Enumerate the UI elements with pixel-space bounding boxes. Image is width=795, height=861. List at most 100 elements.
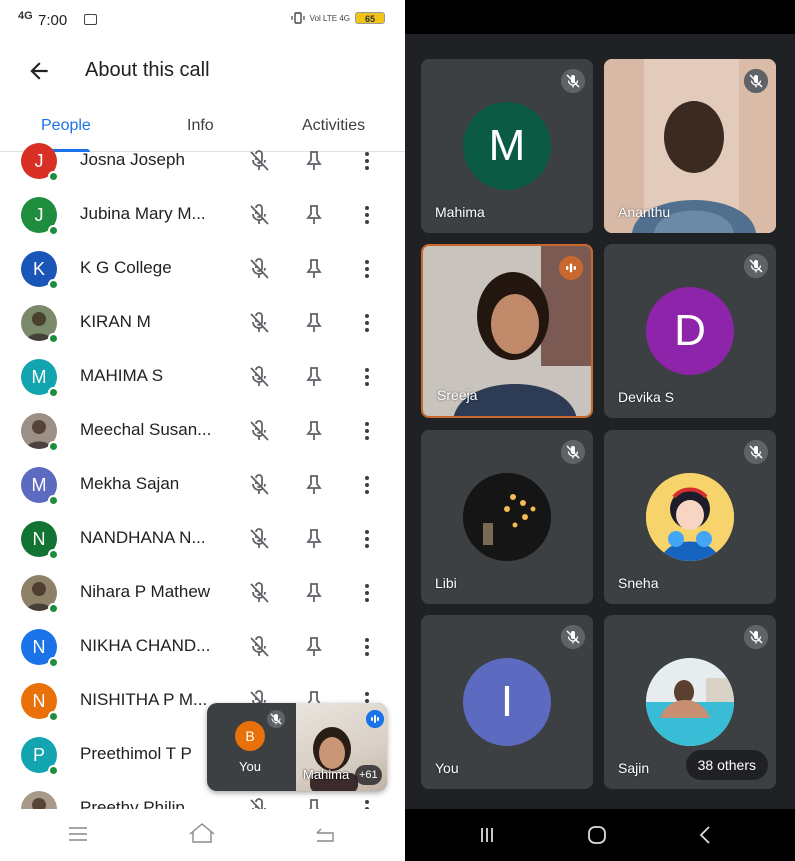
participant-name: You	[435, 760, 459, 776]
pin-icon[interactable]	[302, 527, 326, 551]
mic-off-icon	[247, 473, 271, 497]
tab-activities[interactable]: Activities	[302, 117, 365, 135]
participant-name: Mekha Sajan	[80, 474, 180, 493]
pin-icon[interactable]	[302, 419, 326, 443]
home-icon[interactable]	[188, 822, 216, 844]
more-options-icon[interactable]	[358, 311, 376, 335]
participant-tile[interactable]: Ananthu	[604, 59, 776, 233]
more-options-icon[interactable]	[358, 797, 376, 809]
back-nav-icon[interactable]	[314, 825, 336, 843]
participant-tile[interactable]: D Devika S	[604, 244, 776, 418]
mic-off-icon	[744, 440, 768, 464]
status-time: 7:00	[38, 12, 68, 29]
status-bar: 4G 7:00 Vol LTE 4G 65	[0, 0, 405, 40]
people-screen: 4G 7:00 Vol LTE 4G 65 About this call Pe…	[0, 0, 405, 861]
participant-row[interactable]: KIRAN M	[0, 295, 405, 349]
tab-info[interactable]: Info	[187, 117, 214, 135]
app-bar: About this call	[0, 40, 405, 102]
mic-off-icon	[744, 69, 768, 93]
participant-row[interactable]: M Mekha Sajan	[0, 457, 405, 511]
participant-name: Josna Joseph	[80, 150, 185, 169]
recents-icon[interactable]	[479, 826, 495, 844]
participant-row[interactable]: N NANDHANA N...	[0, 511, 405, 565]
system-nav-bar-dark	[405, 809, 795, 861]
pin-icon[interactable]	[302, 203, 326, 227]
online-status-dot	[48, 711, 59, 722]
participant-row[interactable]: N NIKHA CHAND...	[0, 619, 405, 673]
participant-name: NISHITHA P M...	[80, 690, 208, 709]
more-options-icon[interactable]	[358, 635, 376, 659]
system-nav-bar	[0, 811, 405, 861]
participant-name: Sajin	[618, 760, 650, 776]
participant-name: Sneha	[618, 575, 659, 591]
participant-tile[interactable]: Sajin 38 others	[604, 615, 776, 789]
participant-name: Ananthu	[618, 204, 671, 220]
self-avatar: B	[235, 721, 265, 751]
participant-tile[interactable]: Libi	[421, 430, 593, 604]
message-icon	[84, 14, 97, 25]
more-options-icon[interactable]	[358, 365, 376, 389]
speaking-indicator-icon	[366, 710, 384, 728]
participant-tile[interactable]: Sreeja	[421, 244, 593, 418]
mic-off-icon	[247, 797, 271, 809]
participant-avatar	[646, 473, 734, 561]
participant-avatar	[646, 658, 734, 746]
mic-off-icon	[561, 625, 585, 649]
participant-tile[interactable]: M Mahima	[421, 59, 593, 233]
self-label: You	[239, 759, 261, 774]
meeting-grid-screen: M Mahima Ananthu Sreeja D Devika S Libi Sneha I Y…	[405, 0, 795, 861]
pin-icon[interactable]	[302, 797, 326, 809]
more-options-icon[interactable]	[358, 581, 376, 605]
page-title: About this call	[85, 59, 210, 81]
pin-icon[interactable]	[302, 635, 326, 659]
pin-icon[interactable]	[302, 149, 326, 173]
pip-participant-name: Mahima	[303, 767, 350, 782]
participant-name: MAHIMA S	[80, 366, 164, 385]
participant-row[interactable]: Nihara P Mathew	[0, 565, 405, 619]
participant-row[interactable]: J Jubina Mary M...	[0, 187, 405, 241]
pin-icon[interactable]	[302, 257, 326, 281]
more-options-icon[interactable]	[358, 149, 376, 173]
participant-row[interactable]: Meechal Susan...	[0, 403, 405, 457]
participant-name: Sreeja	[437, 387, 478, 403]
status-icons: Vol LTE 4G 65	[291, 12, 385, 24]
mic-off-icon	[247, 527, 271, 551]
participant-name: Libi	[435, 575, 457, 591]
online-status-dot	[48, 549, 59, 560]
online-status-dot	[48, 171, 59, 182]
online-status-dot	[48, 657, 59, 668]
mic-off-icon	[561, 69, 585, 93]
participant-name: Devika S	[618, 389, 675, 405]
recents-icon[interactable]	[68, 826, 88, 842]
picture-in-picture[interactable]: B You Mahima +61	[207, 703, 387, 791]
mic-off-icon	[744, 254, 768, 278]
top-bar	[405, 0, 795, 34]
participant-name: Nihara P Mathew	[80, 582, 211, 601]
pin-icon[interactable]	[302, 311, 326, 335]
participant-avatar	[463, 473, 551, 561]
more-options-icon[interactable]	[358, 203, 376, 227]
tab-people[interactable]: People	[41, 117, 91, 135]
more-options-icon[interactable]	[358, 527, 376, 551]
pin-icon[interactable]	[302, 473, 326, 497]
pin-icon[interactable]	[302, 365, 326, 389]
participant-tile[interactable]: I You	[421, 615, 593, 789]
back-arrow-icon[interactable]	[26, 58, 52, 84]
participant-name: Preethy Philip	[80, 798, 185, 809]
participant-row[interactable]: KK G College	[0, 241, 405, 295]
more-options-icon[interactable]	[358, 419, 376, 443]
pin-icon[interactable]	[302, 581, 326, 605]
back-nav-icon[interactable]	[698, 825, 712, 845]
pip-participant-count: +61	[355, 765, 382, 785]
participant-avatar	[21, 791, 57, 809]
mic-off-icon	[247, 581, 271, 605]
more-options-icon[interactable]	[358, 473, 376, 497]
home-icon[interactable]	[587, 825, 607, 845]
participant-row[interactable]: J Josna Joseph	[0, 134, 405, 187]
participant-row[interactable]: M MAHIMA S	[0, 349, 405, 403]
others-count-button[interactable]: 38 others	[685, 750, 768, 780]
online-status-dot	[48, 495, 59, 506]
more-options-icon[interactable]	[358, 257, 376, 281]
mic-off-icon	[247, 311, 271, 335]
participant-tile[interactable]: Sneha	[604, 430, 776, 604]
